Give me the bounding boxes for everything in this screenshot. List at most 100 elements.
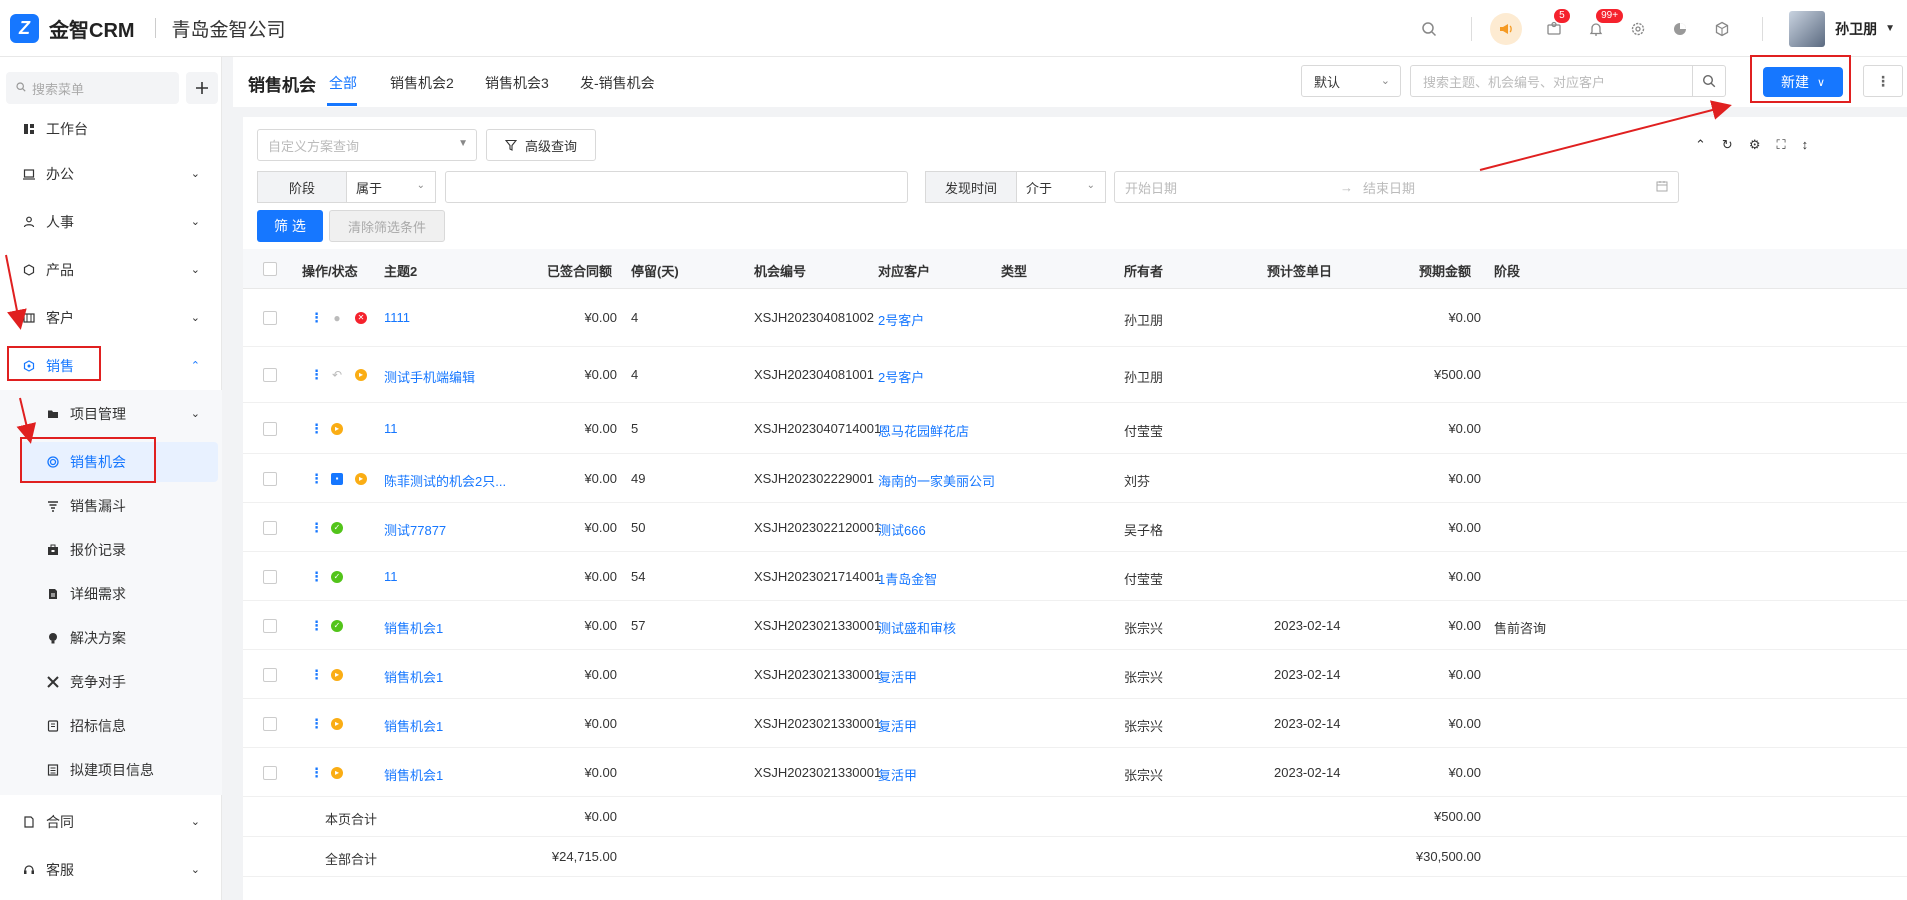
subject-link[interactable]: 测试77877 <box>384 520 446 539</box>
filter-button[interactable]: 筛 选 <box>257 210 323 242</box>
more-vertical-icon[interactable]: ⋮ <box>310 471 323 487</box>
menu-search-input[interactable]: 搜索菜单 <box>6 72 179 104</box>
sidebar-item-workbench[interactable]: 工作台 <box>0 109 222 149</box>
clear-filter-button[interactable]: 清除筛选条件 <box>329 210 445 242</box>
scheme-select[interactable]: 自定义方案查询 ▼ <box>257 129 477 161</box>
search-input[interactable]: 搜索主题、机会编号、对应客户 <box>1410 65 1693 97</box>
sidebar-item-contract[interactable]: 合同 ⌄ <box>0 802 222 842</box>
sidebar-item-quote-records[interactable]: 报价记录 <box>0 530 222 570</box>
found-time-operator-select[interactable]: 介于 ⌄ <box>1016 171 1106 203</box>
customer-link[interactable]: 复活甲 <box>878 667 917 686</box>
customer-link[interactable]: 2号客户 <box>878 367 924 386</box>
tab-sales-opportunity-3[interactable]: 销售机会3 <box>485 73 549 93</box>
table-row[interactable]: ⋮ ↶ ▸ 测试手机端编辑 ¥0.00 4 XSJH202304081001 2号客户 孙卫朋 ¥… <box>243 347 1907 403</box>
sidebar-item-product[interactable]: 产品 ⌄ <box>0 250 222 290</box>
tab-sales-opportunity-2[interactable]: 销售机会2 <box>390 73 454 93</box>
col-header-subject[interactable]: 主题2 <box>384 261 417 280</box>
col-header-expected-amount[interactable]: 预期金额 <box>1419 261 1471 280</box>
row-checkbox[interactable] <box>263 472 277 486</box>
more-vertical-icon[interactable]: ⋮ <box>310 765 323 781</box>
sidebar-item-sales-funnel[interactable]: 销售漏斗 <box>0 486 222 526</box>
search-icon[interactable] <box>1419 19 1439 39</box>
subject-link[interactable]: 销售机会1 <box>384 716 443 735</box>
status-closed-icon[interactable]: ✕ <box>355 312 367 324</box>
user-name[interactable]: 孙卫朋 <box>1835 19 1877 39</box>
customer-link[interactable]: 测试盛和审核 <box>878 618 956 637</box>
table-row[interactable]: ⋮ ✓ 11 ¥0.00 54 XSJH2023021714001 1青岛金智 付莹莹 ¥0.0… <box>243 552 1907 601</box>
table-row[interactable]: ⋮ ▸ 销售机会1 ¥0.00 XSJH2023021330001 复活甲 张宗兴 2023-… <box>243 748 1907 797</box>
table-row[interactable]: ⋮ ▸ 销售机会1 ¥0.00 XSJH2023021330001 复活甲 张宗兴 2023-… <box>243 650 1907 699</box>
subject-link[interactable]: 销售机会1 <box>384 618 443 637</box>
status-in-progress-icon[interactable]: ▸ <box>355 369 367 381</box>
table-row[interactable]: ⋮ ▪ ▸ 陈菲测试的机会2只... ¥0.00 49 XSJH202302229001 海南… <box>243 454 1907 503</box>
more-vertical-icon[interactable]: ⋮ <box>310 667 323 683</box>
col-header-action[interactable]: 操作/状态 <box>302 261 358 280</box>
row-checkbox[interactable] <box>263 368 277 382</box>
avatar[interactable] <box>1789 10 1826 47</box>
sidebar-item-requirements[interactable]: 详细需求 <box>0 574 222 614</box>
table-row[interactable]: ⋮ ● ✕ 1111 ¥0.00 4 XSJH202304081002 2号客户 孙卫朋 ¥0.0… <box>243 289 1907 347</box>
cube-icon[interactable] <box>1712 19 1732 39</box>
customer-link[interactable]: 2号客户 <box>878 310 924 329</box>
refresh-icon[interactable]: ↻ <box>1722 137 1733 153</box>
subject-link[interactable]: 销售机会1 <box>384 765 443 784</box>
date-range-picker[interactable]: 开始日期 → 结束日期 <box>1114 171 1679 203</box>
sidebar-item-competitors[interactable]: 竞争对手 <box>0 662 222 702</box>
subject-link[interactable]: 销售机会1 <box>384 667 443 686</box>
undo-icon[interactable]: ↶ <box>331 369 343 381</box>
row-height-icon[interactable]: ↕ <box>1802 137 1809 153</box>
status-won-icon[interactable]: ✓ <box>331 522 343 534</box>
bell-icon[interactable]: 99+ <box>1586 8 1624 39</box>
settings-gear-icon[interactable]: ⚙ <box>1749 137 1761 153</box>
customer-link[interactable]: 复活甲 <box>878 716 917 735</box>
more-vertical-icon[interactable]: ⋮ <box>310 569 323 585</box>
customer-link[interactable]: 1青岛金智 <box>878 569 937 588</box>
add-menu-button[interactable] <box>186 72 218 104</box>
more-vertical-icon[interactable]: ⋮ <box>310 520 323 536</box>
more-options-button[interactable]: ⋮ <box>1863 65 1903 97</box>
customer-link[interactable]: 恩马花园鲜花店 <box>878 421 969 440</box>
tab-all[interactable]: 全部 <box>329 73 357 93</box>
subject-link[interactable]: 11 <box>384 569 398 584</box>
settings-gear-icon[interactable] <box>1628 19 1648 39</box>
col-header-stage[interactable]: 阶段 <box>1494 261 1520 280</box>
more-vertical-icon[interactable]: ⋮ <box>310 421 323 437</box>
sidebar-item-bid-info[interactable]: 招标信息 <box>0 706 222 746</box>
subject-link[interactable]: 1111 <box>384 310 410 325</box>
col-header-signed[interactable]: 已签合同额 <box>547 261 612 280</box>
collapse-icon[interactable]: ⌃ <box>1695 137 1706 153</box>
row-checkbox[interactable] <box>263 668 277 682</box>
more-vertical-icon[interactable]: ⋮ <box>310 618 323 634</box>
col-header-expected-date[interactable]: 预计签单日 <box>1267 261 1332 280</box>
status-won-icon[interactable]: ✓ <box>331 571 343 583</box>
more-vertical-icon[interactable]: ⋮ <box>310 310 323 326</box>
table-row[interactable]: ⋮ ✓ 销售机会1 ¥0.00 57 XSJH2023021330001 测试盛和审核 张宗兴… <box>243 601 1907 650</box>
user-icon[interactable]: ● <box>331 312 343 324</box>
sidebar-item-customer[interactable]: 客户 ⌄ <box>0 298 222 338</box>
row-checkbox[interactable] <box>263 521 277 535</box>
logo[interactable]: Z 金智CRM <box>10 13 135 43</box>
table-row[interactable]: ⋮ ▸ 11 ¥0.00 5 XSJH2023040714001 恩马花园鲜花店 付莹莹 ¥0.… <box>243 404 1907 454</box>
subject-link[interactable]: 11 <box>384 421 398 436</box>
more-vertical-icon[interactable]: ⋮ <box>310 367 323 383</box>
row-checkbox[interactable] <box>263 422 277 436</box>
customer-link[interactable]: 复活甲 <box>878 765 917 784</box>
sidebar-item-proposed-projects[interactable]: 拟建项目信息 <box>0 750 222 790</box>
status-in-progress-icon[interactable]: ▸ <box>331 718 343 730</box>
chevron-down-icon[interactable]: ▼ <box>1885 23 1895 34</box>
customer-link[interactable]: 测试666 <box>878 520 926 539</box>
company-name[interactable]: 青岛金智公司 <box>172 15 286 42</box>
col-header-owner[interactable]: 所有者 <box>1124 261 1163 280</box>
status-locked-icon[interactable]: ▪ <box>331 473 343 485</box>
col-header-type[interactable]: 类型 <box>1001 261 1027 280</box>
col-header-stay[interactable]: 停留(天) <box>631 261 679 280</box>
status-won-icon[interactable]: ✓ <box>331 620 343 632</box>
sidebar-item-solutions[interactable]: 解决方案 <box>0 618 222 658</box>
col-header-code[interactable]: 机会编号 <box>754 261 806 280</box>
status-in-progress-icon[interactable]: ▸ <box>331 767 343 779</box>
tab-fa-sales-opportunity[interactable]: 发-销售机会 <box>580 73 655 93</box>
status-in-progress-icon[interactable]: ▸ <box>355 473 367 485</box>
status-in-progress-icon[interactable]: ▸ <box>331 423 343 435</box>
col-header-customer[interactable]: 对应客户 <box>878 261 930 280</box>
row-checkbox[interactable] <box>263 570 277 584</box>
